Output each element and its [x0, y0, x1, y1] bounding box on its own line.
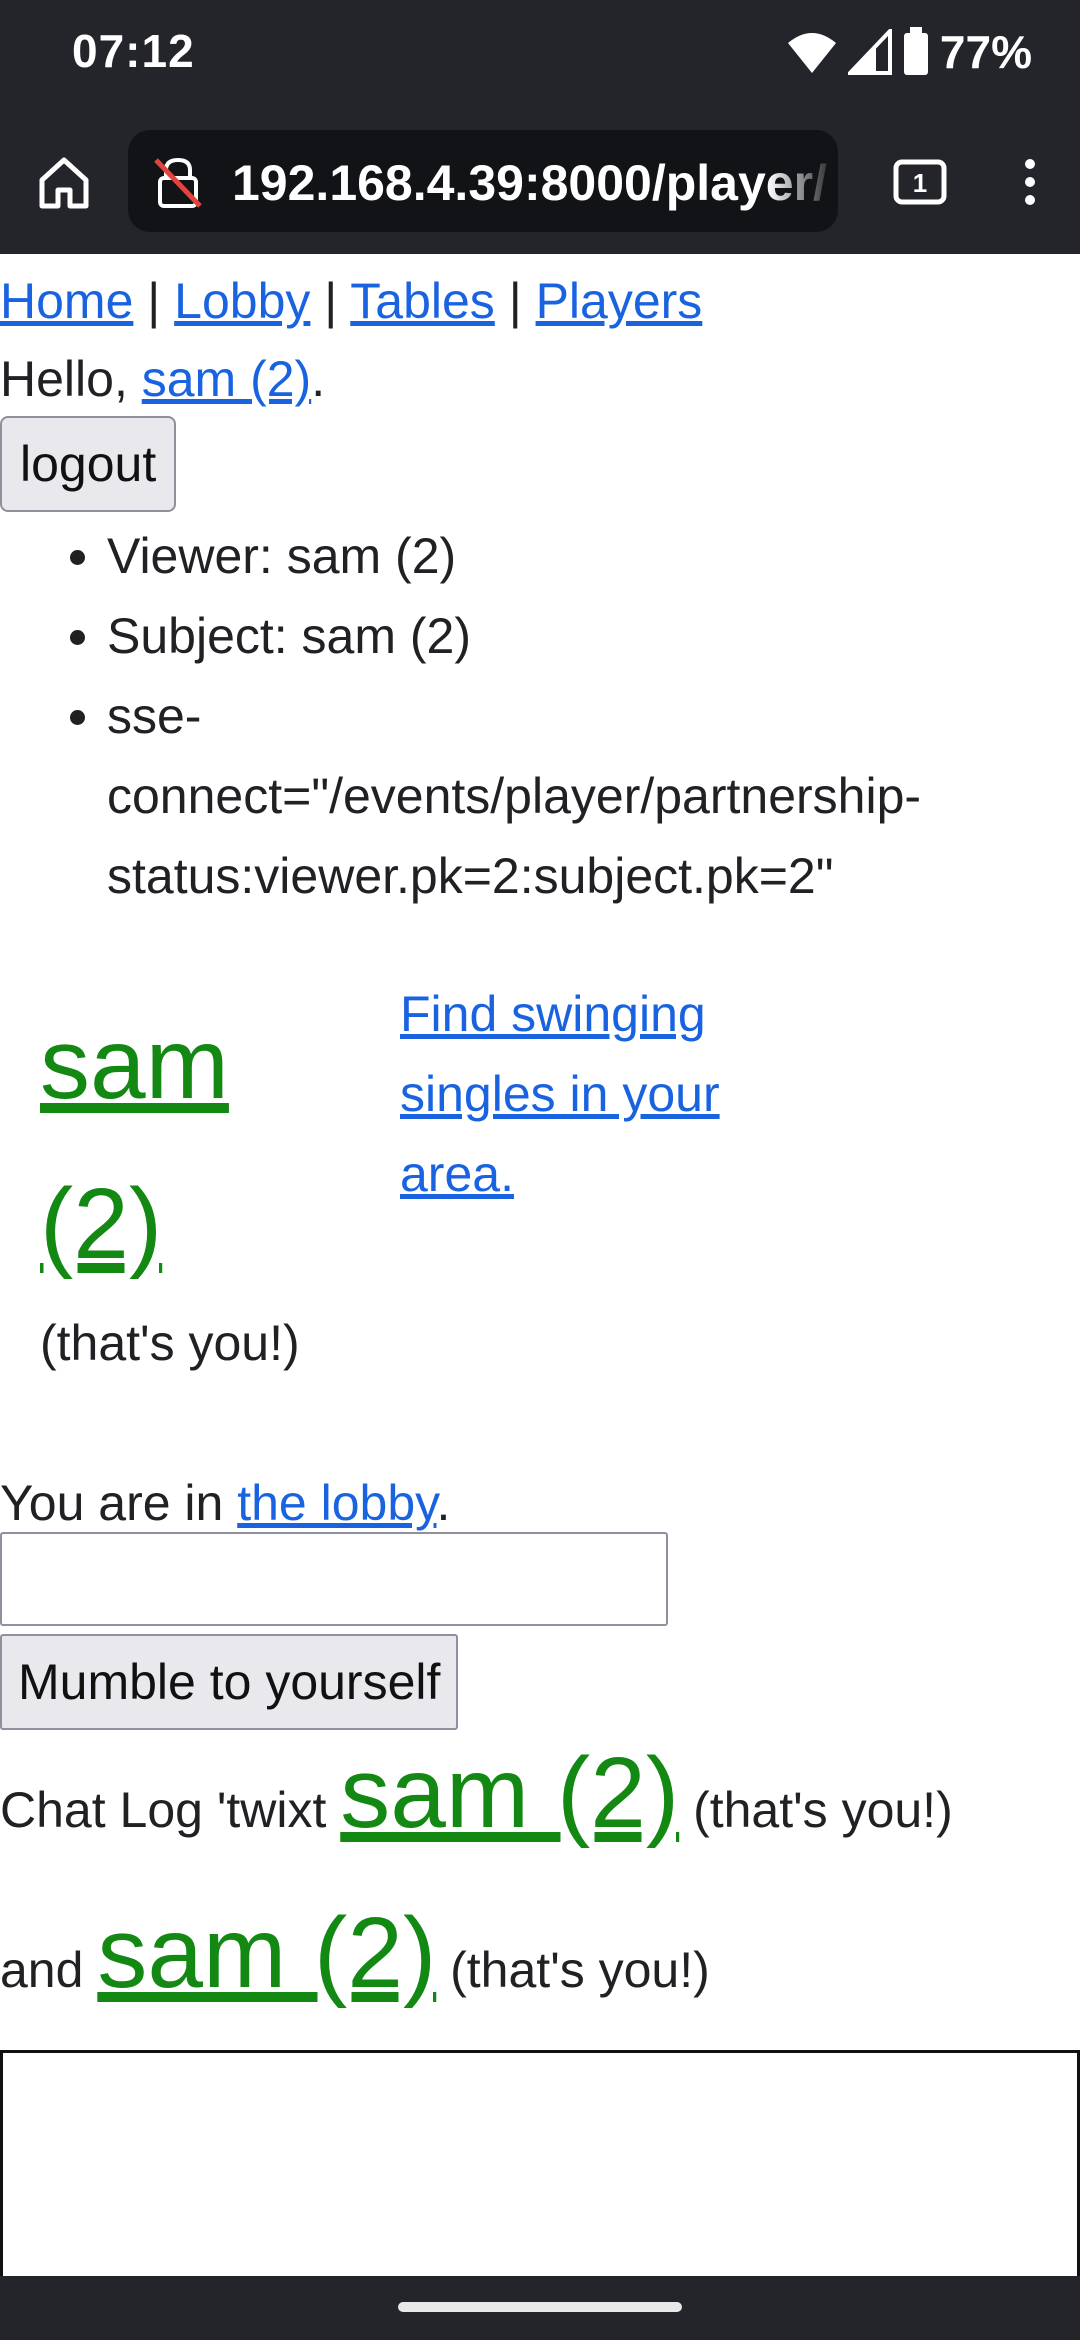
home-button[interactable]	[28, 146, 100, 218]
battery-icon	[903, 27, 928, 75]
nav-separator: |	[133, 273, 175, 329]
home-icon	[39, 157, 89, 209]
location-line: You are in the lobby.	[0, 1464, 450, 1542]
logout-button[interactable]: logout	[0, 416, 177, 512]
greeting-user-link[interactable]: sam (2)	[142, 351, 311, 407]
profile-name-link[interactable]: sam (2)	[40, 1008, 229, 1280]
chat-message-input[interactable]	[0, 1532, 668, 1626]
chat-log-prefix: Chat Log 'twixt	[0, 1782, 341, 1838]
overflow-menu-icon[interactable]	[1000, 152, 1060, 212]
tab-count: 1	[913, 168, 927, 198]
nav-separator: |	[494, 273, 536, 329]
lobby-link[interactable]: the lobby	[237, 1475, 436, 1531]
profile-thats-you: (that's you!)	[40, 1315, 300, 1371]
greeting-prefix: Hello,	[0, 351, 142, 407]
info-sse-connect: sse-connect="/events/player/partnership-…	[107, 676, 987, 916]
chat-log-heading: Chat Log 'twixt sam (2) (that's you!)	[0, 1743, 953, 1849]
page-content: Home | Lobby | Tables | Players Hello, s…	[0, 254, 1080, 2290]
signal-icon	[847, 29, 892, 75]
info-subject: Subject: sam (2)	[107, 596, 987, 676]
chat-log-heading-2: and sam (2) (that's you!)	[0, 1903, 710, 2009]
mumble-button[interactable]: Mumble to yourself	[0, 1634, 459, 1730]
find-singles: Find swinging singles in your area.	[400, 974, 730, 1214]
tab-switcher-icon[interactable]: 1	[890, 152, 950, 212]
system-nav-bar	[0, 2276, 1080, 2340]
nav-separator: |	[310, 273, 351, 329]
location-suffix: .	[436, 1475, 451, 1531]
browser-toolbar: 192.168.4.39:8000/player/ 1	[0, 108, 1080, 254]
wifi-icon	[787, 33, 836, 73]
location-prefix: You are in	[0, 1475, 238, 1531]
url-bar[interactable]: 192.168.4.39:8000/player/	[128, 130, 838, 232]
battery-percent: 77%	[939, 26, 1032, 78]
url-fade	[768, 130, 838, 232]
greeting-suffix: .	[311, 351, 326, 407]
find-singles-link[interactable]: Find swinging singles in your area.	[400, 986, 720, 1202]
greeting: Hello, sam (2).	[0, 340, 325, 418]
profile-card: sam (2) (that's you!)	[40, 984, 340, 1382]
url-text: 192.168.4.39:8000/player/	[232, 155, 827, 211]
nav-tables-link[interactable]: Tables	[350, 273, 495, 329]
status-bar: 07:12 77%	[0, 0, 1080, 108]
status-time: 07:12	[72, 25, 195, 77]
info-viewer: Viewer: sam (2)	[107, 516, 987, 596]
nav-home-link[interactable]: Home	[0, 273, 133, 329]
chat-participant-2-link[interactable]: sam (2)	[97, 1897, 436, 2009]
chat-participant-1-note: (that's you!)	[679, 1782, 953, 1838]
nav-players-link[interactable]: Players	[536, 273, 703, 329]
chat-participant-2-note: (that's you!)	[436, 1942, 710, 1998]
info-list: Viewer: sam (2) Subject: sam (2) sse-con…	[0, 516, 987, 916]
status-icons: 77%	[786, 22, 1032, 82]
site-nav: Home | Lobby | Tables | Players	[0, 262, 702, 340]
chat-participant-1-link[interactable]: sam (2)	[340, 1737, 679, 1849]
chat-log-box[interactable]	[0, 2050, 1080, 2290]
nav-lobby-link[interactable]: Lobby	[174, 273, 310, 329]
gesture-handle[interactable]	[398, 2302, 682, 2312]
chat-log-and: and	[0, 1942, 98, 1998]
not-secure-lock-icon	[154, 157, 202, 208]
